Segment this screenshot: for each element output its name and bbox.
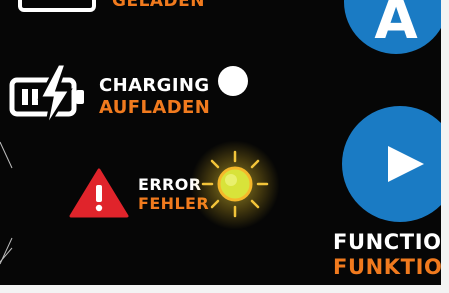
charging-label-en: CHARGING xyxy=(99,75,210,96)
function-label-en: FUNCTIO xyxy=(333,230,442,254)
letter-a-icon: A xyxy=(374,0,418,40)
warning-triangle-icon xyxy=(69,168,129,218)
battery-charging-icon xyxy=(9,62,84,129)
charged-label-de: GELADEN xyxy=(112,0,206,11)
page-margin-right xyxy=(441,0,449,293)
charging-label-de: AUFLADEN xyxy=(99,97,211,118)
function-label-de: FUNKTIO xyxy=(333,255,443,279)
charging-indicator-light xyxy=(218,66,248,96)
page-margin-bottom xyxy=(0,285,449,293)
device-panel: GELADEN A CHARGING AUFLADEN ERROR FEHLER xyxy=(0,0,449,293)
letter-a-glyph: A xyxy=(374,0,418,40)
mode-button[interactable]: A xyxy=(344,0,448,54)
function-button[interactable] xyxy=(342,106,449,222)
play-icon xyxy=(388,146,424,182)
charging-label: CHARGING AUFLADEN xyxy=(99,77,210,117)
battery-full-icon xyxy=(18,0,96,12)
function-label: FUNCTIO FUNKTIO xyxy=(333,232,442,278)
error-indicator-light xyxy=(201,150,269,218)
